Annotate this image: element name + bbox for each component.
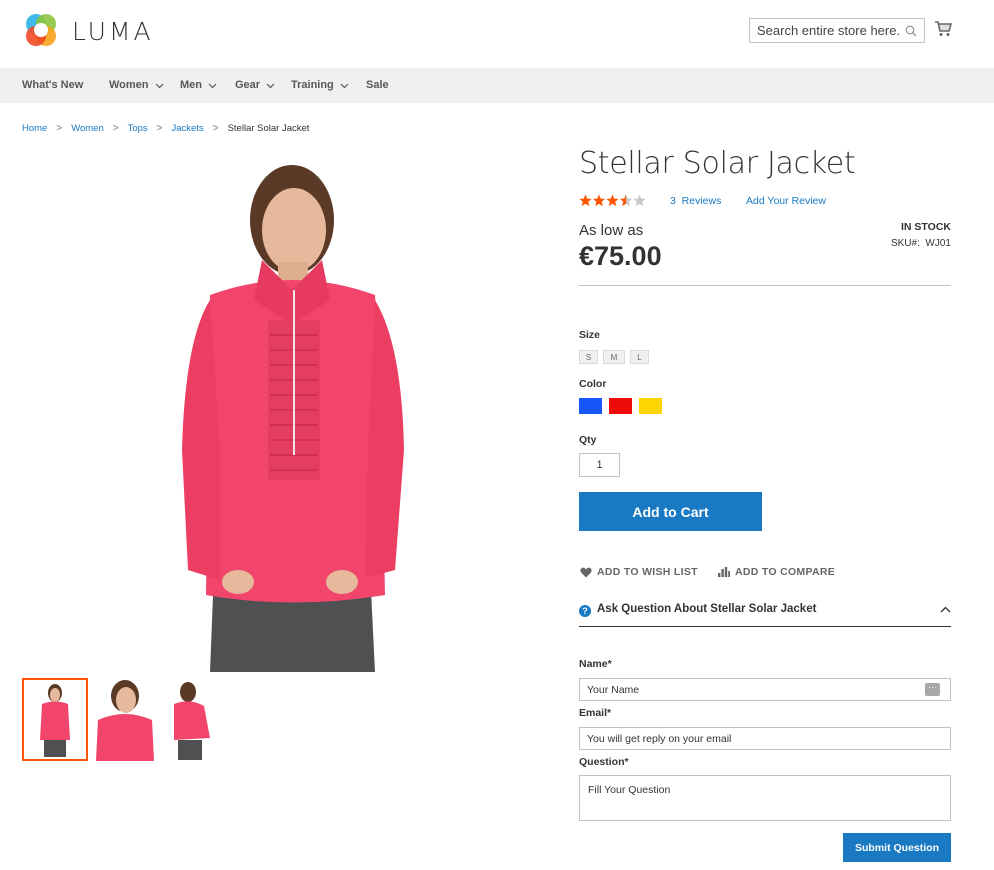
product-main-image[interactable] [170,150,414,672]
luma-logo-icon [26,14,56,46]
thumbnail-3[interactable] [160,678,226,761]
nav-item-training[interactable]: Training [291,68,349,103]
autofill-icon[interactable]: ··· [925,683,940,696]
search-icon[interactable] [905,24,917,42]
color-swatch-yellow[interactable] [639,398,662,414]
heart-icon [580,567,592,577]
chevron-down-icon [155,83,163,88]
product-sku: SKU#: WJ01 [890,238,951,249]
nav-label: Men [180,79,202,91]
add-to-compare-link[interactable]: ADD TO COMPARE [718,566,835,578]
product-price: €75.00 [579,241,662,271]
rating-stars [579,194,647,207]
chevron-down-icon [266,83,275,88]
question-field[interactable] [579,775,951,821]
logo-text: LUMA [72,16,154,46]
compare-label: ADD TO COMPARE [735,566,836,578]
breadcrumb-women[interactable]: Women [71,123,104,134]
ask-question-header[interactable]: ? Ask Question About Stellar Solar Jacke… [579,603,951,627]
thumbnail-1[interactable] [22,678,88,761]
wishlist-label: ADD TO WISH LIST [597,566,698,578]
size-swatch-m[interactable]: M [603,350,625,364]
nav-item-sale[interactable]: Sale [366,68,389,103]
chevron-up-icon[interactable] [940,606,951,613]
question-label: Question* [579,756,629,768]
search-box[interactable] [749,18,925,43]
chevron-right-icon: > [56,123,63,134]
nav-label: Gear [235,79,261,91]
divider [579,285,951,286]
breadcrumb: Home > Women > Tops > Jackets > Stellar … [22,123,309,134]
size-swatch-l[interactable]: L [630,350,649,364]
thumbnail-image [174,682,210,760]
qty-input[interactable] [579,453,620,477]
search-input[interactable] [750,19,900,42]
email-field[interactable] [579,727,951,750]
cart-icon[interactable] [934,20,953,42]
breadcrumb-home[interactable]: Home [22,123,47,134]
nav-item-gear[interactable]: Gear [235,68,275,103]
breadcrumb-current: Stellar Solar Jacket [227,123,310,134]
qty-label: Qty [579,434,597,446]
color-swatch-red[interactable] [609,398,632,414]
color-swatch-blue[interactable] [579,398,602,414]
color-label: Color [579,378,607,390]
email-label: Email* [579,707,612,719]
chevron-right-icon: > [212,123,219,134]
nav-item-men[interactable]: Men [180,68,217,103]
chevron-down-icon [340,83,349,88]
add-review-link[interactable]: Add Your Review [746,195,826,207]
price-label: As low as [579,222,644,239]
nav-item-women[interactable]: Women [109,68,164,103]
question-icon: ? [579,605,591,617]
breadcrumb-jackets[interactable]: Jackets [172,123,204,134]
nav-item-whats-new[interactable]: What's New [22,68,83,103]
stock-status: IN STOCK [901,221,951,233]
star-rating-icon [579,194,646,207]
nav-label: Women [109,79,149,91]
thumbnail-image [40,684,70,757]
reviews-link[interactable]: 3 Reviews [670,195,721,207]
chevron-right-icon: > [112,123,119,134]
add-to-wishlist-link[interactable]: ADD TO WISH LIST [580,566,698,578]
ask-question-title: Ask Question About Stellar Solar Jacket [597,603,817,615]
name-field[interactable] [579,678,951,701]
nav-label: Training [291,79,334,91]
main-navigation: What's New Women Men Gear Training Sale [0,68,994,103]
add-to-cart-button[interactable]: Add to Cart [579,492,762,531]
product-title: Stellar Solar Jacket [579,146,856,181]
chevron-right-icon: > [156,123,163,134]
luma-logo[interactable]: LUMA [22,12,154,50]
compare-bars-icon [718,567,730,577]
header: LUMA [0,0,994,68]
chevron-down-icon [208,83,217,88]
nav-label: What's New [22,79,84,91]
breadcrumb-tops[interactable]: Tops [128,123,148,134]
submit-question-button[interactable]: Submit Question [843,833,951,862]
name-label: Name* [579,658,612,670]
thumbnail-image [96,680,154,761]
thumbnail-2[interactable] [92,678,158,761]
nav-label: Sale [366,79,389,91]
size-swatch-s[interactable]: S [579,350,598,364]
size-label: Size [579,329,601,341]
